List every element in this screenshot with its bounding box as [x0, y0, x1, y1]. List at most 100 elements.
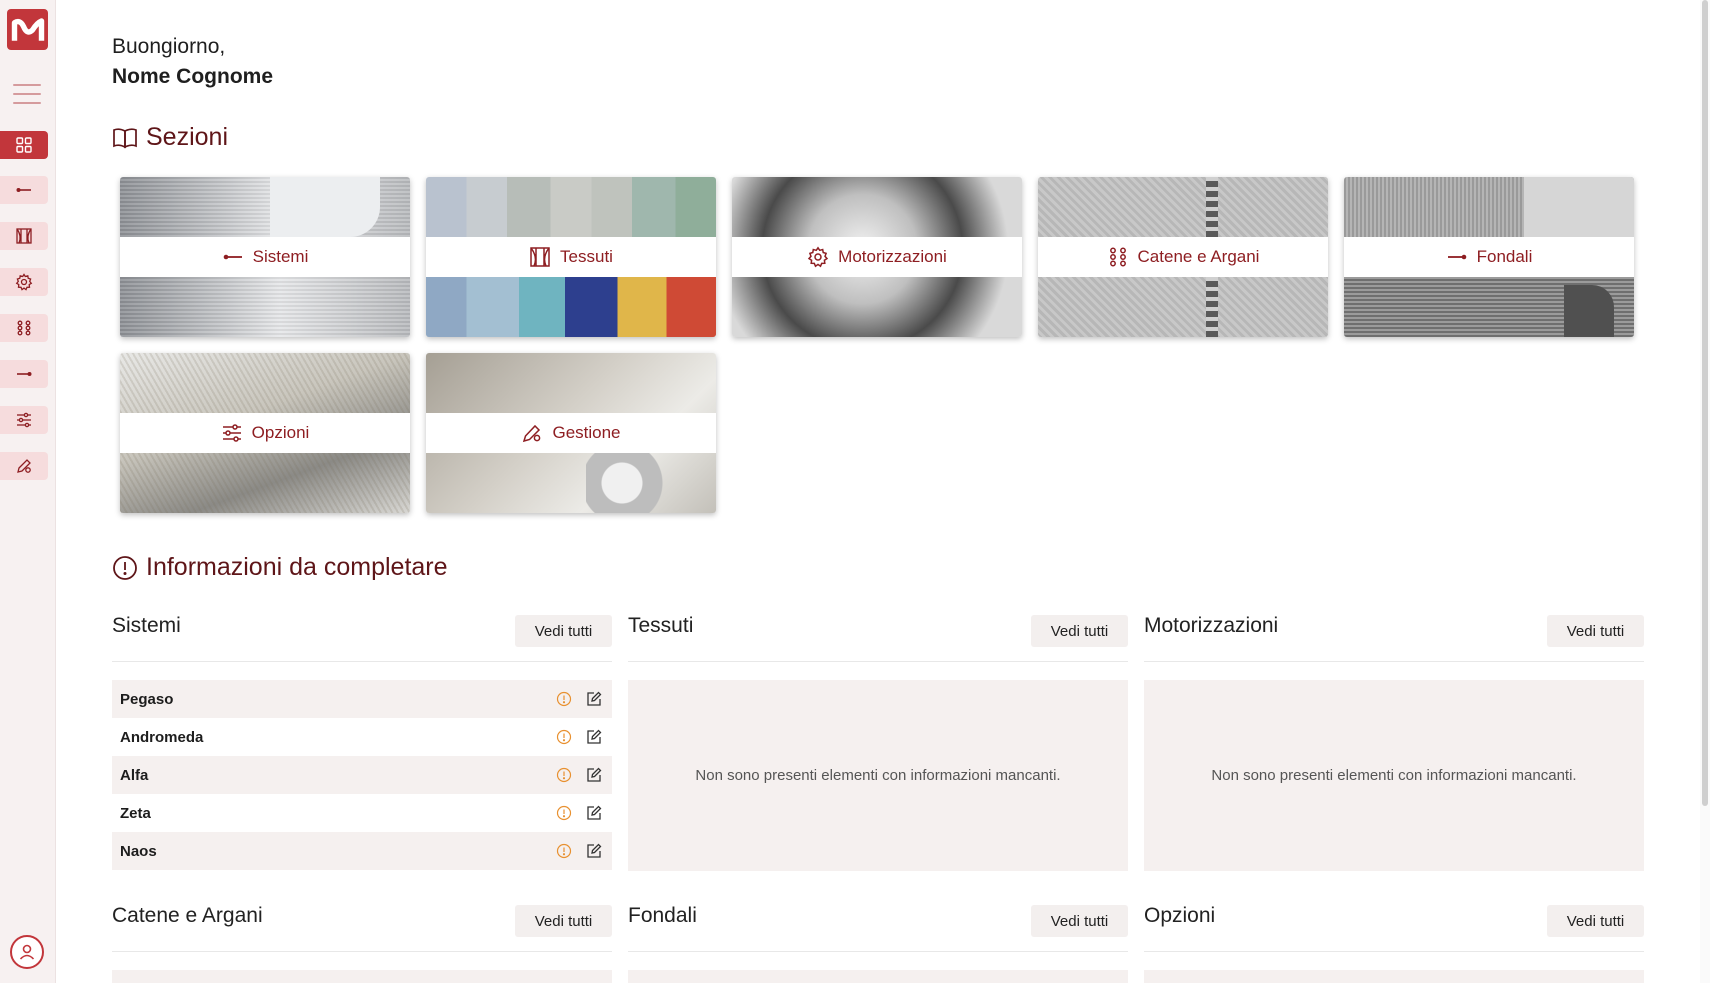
tile-opzioni[interactable]: Opzioni [120, 353, 410, 513]
hamburger-menu-icon[interactable] [13, 84, 41, 104]
tile-label: Fondali [1476, 247, 1533, 266]
sections-heading: Sezioni [112, 123, 228, 152]
tile-label: Opzioni [251, 423, 310, 442]
edit-icon[interactable] [586, 729, 602, 745]
vedi-tutti-button[interactable]: Vedi tutti [1031, 905, 1128, 937]
sidebar-item-dashboard[interactable] [0, 131, 48, 159]
tile-gestione[interactable]: Gestione [426, 353, 716, 513]
chain-icon [17, 320, 31, 336]
vedi-tutti-button[interactable]: Vedi tutti [1547, 615, 1644, 647]
sliders-icon [222, 424, 241, 442]
item-name: Alfa [120, 766, 149, 784]
info-title: Informazioni da completare [146, 553, 448, 581]
list-item[interactable]: Andromeda [112, 718, 612, 756]
sidebar-item-sistemi[interactable] [0, 176, 48, 204]
pen-gear-icon [17, 459, 31, 473]
curtain-icon [530, 247, 550, 267]
arrow-left-icon [223, 254, 242, 260]
vedi-tutti-button[interactable]: Vedi tutti [1031, 615, 1128, 647]
gear-icon [15, 273, 33, 291]
tile-band: Tessuti [426, 237, 716, 277]
column-body [1144, 970, 1644, 983]
missing-info-list: Pegaso Andromeda Alfa Zeta Naos [112, 680, 612, 870]
item-name: Naos [120, 842, 157, 860]
sidebar-item-fondali[interactable] [0, 360, 48, 388]
column-header: Fondali Vedi tutti [628, 904, 1128, 952]
rod-icon [1447, 254, 1466, 260]
column-body [112, 970, 612, 983]
tile-label: Sistemi [252, 247, 309, 266]
edit-icon[interactable] [586, 767, 602, 783]
item-name: Pegaso [120, 690, 174, 708]
vedi-tutti-button[interactable]: Vedi tutti [1547, 905, 1644, 937]
column-title: Sistemi [112, 614, 181, 637]
tile-label: Motorizzazioni [838, 247, 947, 266]
tile-band: Opzioni [120, 413, 410, 453]
column-header: Tessuti Vedi tutti [628, 614, 1128, 662]
arrow-left-icon [16, 188, 31, 192]
item-name: Andromeda [120, 728, 204, 746]
tile-band: Sistemi [120, 237, 410, 277]
sidebar-item-motorizzazioni[interactable] [0, 268, 48, 296]
wave-logo-icon [11, 17, 44, 41]
app-root: Buongiorno, Nome Cognome Sezioni Sistemi… [0, 0, 1710, 983]
column-header: Opzioni Vedi tutti [1144, 904, 1644, 952]
tile-band: Motorizzazioni [732, 237, 1022, 277]
scrollbar-thumb[interactable] [1702, 0, 1708, 806]
scrollbar-track[interactable] [1700, 0, 1710, 983]
list-item[interactable]: Alfa [112, 756, 612, 794]
edit-icon[interactable] [586, 805, 602, 821]
sidebar [0, 0, 56, 983]
empty-state: Non sono presenti elementi con informazi… [1144, 680, 1644, 871]
chain-icon [1109, 247, 1126, 267]
tile-label: Gestione [552, 423, 621, 442]
sidebar-item-tessuti[interactable] [0, 222, 48, 250]
user-icon [19, 944, 35, 960]
tile-band: Fondali [1344, 237, 1634, 277]
greeting-text: Buongiorno, [112, 35, 226, 58]
warning-icon [556, 729, 572, 745]
tile-tessuti[interactable]: Tessuti [426, 177, 716, 337]
pen-gear-icon [523, 424, 541, 443]
user-avatar[interactable] [10, 935, 44, 969]
sliders-icon [17, 412, 31, 428]
warning-icon [556, 843, 572, 859]
column-title: Tessuti [628, 614, 694, 637]
sidebar-item-opzioni[interactable] [0, 406, 48, 434]
sections-title: Sezioni [146, 123, 228, 151]
tile-sistemi[interactable]: Sistemi [120, 177, 410, 337]
sidebar-item-catene[interactable] [0, 314, 48, 342]
item-name: Zeta [120, 804, 151, 822]
column-body [628, 970, 1128, 983]
sidebar-item-gestione[interactable] [0, 452, 48, 480]
wave-logo[interactable] [7, 9, 48, 50]
rod-icon [17, 372, 32, 376]
tile-label: Catene e Argani [1137, 247, 1260, 266]
vedi-tutti-button[interactable]: Vedi tutti [515, 615, 612, 647]
grid-icon [16, 137, 32, 153]
warning-icon [556, 805, 572, 821]
user-name: Nome Cognome [112, 65, 274, 88]
list-item[interactable]: Pegaso [112, 680, 612, 718]
edit-icon[interactable] [586, 843, 602, 859]
vedi-tutti-button[interactable]: Vedi tutti [515, 905, 612, 937]
warning-icon [556, 767, 572, 783]
tile-motorizzazioni[interactable]: Motorizzazioni [732, 177, 1022, 337]
column-title: Catene e Argani [112, 904, 263, 927]
edit-icon[interactable] [586, 691, 602, 707]
tile-label: Tessuti [560, 247, 613, 266]
tile-band: Gestione [426, 413, 716, 453]
column-header: Motorizzazioni Vedi tutti [1144, 614, 1644, 662]
curtain-icon [16, 228, 32, 244]
list-item[interactable]: Zeta [112, 794, 612, 832]
column-header: Catene e Argani Vedi tutti [112, 904, 612, 952]
empty-state: Non sono presenti elementi con informazi… [628, 680, 1128, 871]
tile-catene[interactable]: Catene e Argani [1038, 177, 1328, 337]
gear-icon [808, 246, 829, 268]
tile-band: Catene e Argani [1038, 237, 1328, 277]
info-heading: Informazioni da completare [112, 553, 448, 582]
list-item[interactable]: Naos [112, 832, 612, 870]
book-icon [113, 127, 137, 148]
tile-fondali[interactable]: Fondali [1344, 177, 1634, 337]
column-title: Motorizzazioni [1144, 614, 1279, 637]
